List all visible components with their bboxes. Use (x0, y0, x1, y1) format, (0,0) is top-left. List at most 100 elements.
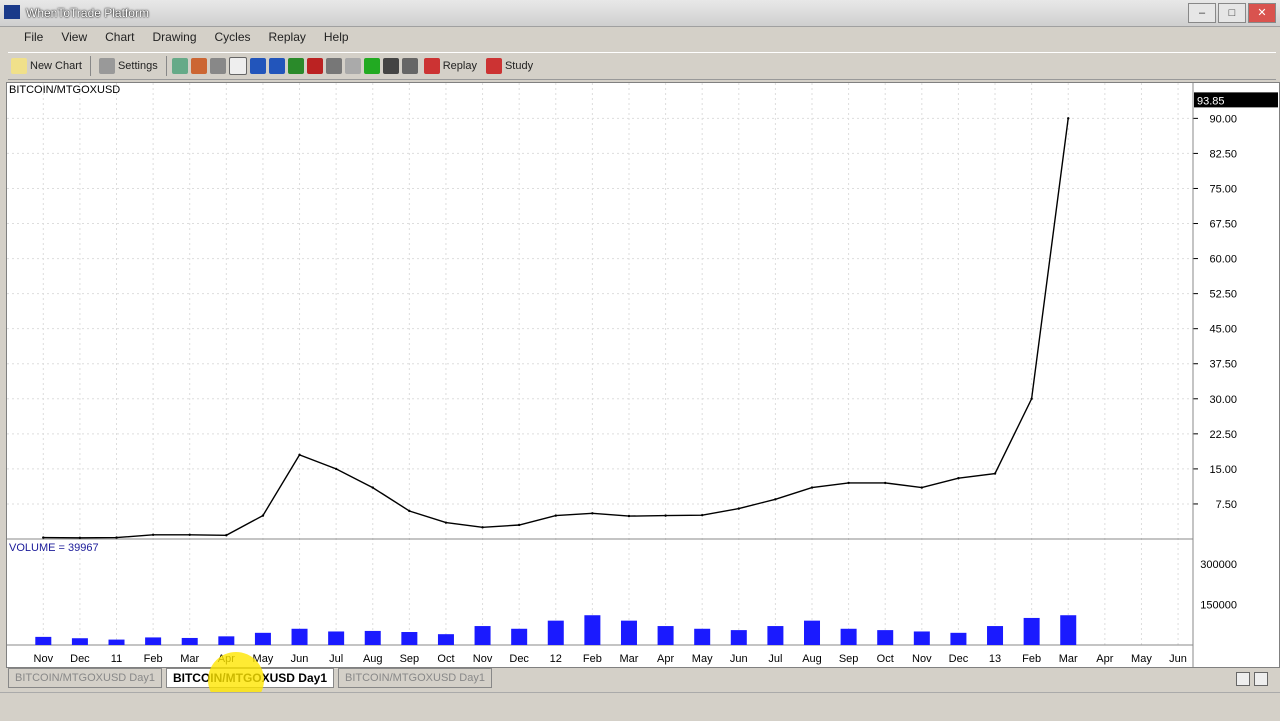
menu-chart[interactable]: Chart (105, 30, 134, 48)
toolbar: New Chart Settings Replay Study (8, 52, 1276, 80)
text-tool-icon[interactable] (344, 58, 361, 74)
volume-bar (218, 636, 235, 645)
volume-bar (987, 626, 1004, 645)
grid-icon[interactable] (287, 58, 304, 74)
y-tick-label: 37.50 (1209, 359, 1237, 371)
volume-bar (877, 630, 894, 645)
y-tick-label: 15.00 (1209, 464, 1237, 476)
x-tick-label: Feb (583, 653, 602, 665)
x-tick-label: Jul (329, 653, 343, 665)
price-point (188, 533, 191, 536)
price-point (481, 526, 484, 529)
y-tick-label: 22.50 (1209, 429, 1237, 441)
volume-tick-label: 300000 (1200, 559, 1237, 571)
window-title: WhenToTrade Platform (26, 6, 149, 20)
x-tick-label: Oct (877, 653, 894, 665)
menu-view[interactable]: View (61, 30, 87, 48)
volume-bar (401, 632, 418, 645)
last-price-label: 93.85 (1197, 95, 1225, 107)
study-button[interactable]: Study (483, 56, 536, 76)
volume-bar (511, 628, 528, 645)
volume-bar (730, 630, 747, 645)
x-tick-label: Dec (509, 653, 529, 665)
x-tick-label: Nov (912, 653, 932, 665)
new-chart-button[interactable]: New Chart (8, 56, 85, 76)
gear-icon (98, 58, 115, 74)
menu-bar: File View Chart Drawing Cycles Replay He… (8, 30, 349, 48)
price-point (115, 536, 118, 539)
chart-area[interactable]: Nov Dec 11 Feb Mar Apr May Jun Jul Aug Sep Oct Nov De… (6, 82, 1280, 668)
price-point (151, 533, 155, 536)
font-icon[interactable] (401, 58, 418, 74)
crosshair-icon[interactable] (171, 58, 188, 74)
menu-help[interactable]: Help (324, 30, 349, 48)
volume-bar (804, 620, 821, 645)
price-point (408, 509, 411, 513)
volume-bar (620, 620, 637, 645)
price-point (444, 521, 448, 524)
x-tick-label: Mar (180, 653, 199, 665)
maximize-button[interactable]: □ (1218, 3, 1246, 23)
x-tick-label: Mar (620, 653, 639, 665)
price-point (554, 514, 557, 517)
arrow-left-icon[interactable] (249, 58, 266, 74)
volume-bar (840, 628, 857, 645)
toolbar-separator (165, 56, 167, 76)
volume-bar (35, 636, 52, 645)
print-icon[interactable] (228, 57, 247, 75)
menu-file[interactable]: File (24, 30, 43, 48)
price-point (334, 467, 338, 471)
y-tick-label: 30.00 (1209, 394, 1237, 406)
menu-cycles[interactable]: Cycles (215, 30, 251, 48)
trendline-icon[interactable] (190, 58, 207, 74)
brush-icon[interactable] (382, 58, 399, 74)
volume-bar (181, 637, 198, 645)
fibonacci-icon[interactable] (325, 58, 342, 74)
price-point (810, 486, 814, 489)
x-tick-label: Nov (473, 653, 493, 665)
price-point (700, 513, 704, 517)
delete-icon[interactable] (306, 58, 323, 74)
price-point (78, 536, 82, 540)
minimize-button[interactable]: – (1188, 3, 1216, 23)
study-label: Study (504, 60, 534, 72)
x-tick-label: Mar (1059, 653, 1078, 665)
volume-bar (913, 631, 930, 645)
price-chart[interactable]: Nov Dec 11 Feb Mar Apr May Jun Jul Aug Sep Oct Nov De… (7, 83, 1279, 667)
volume-bar (694, 628, 711, 645)
replay-button[interactable]: Replay (421, 56, 480, 76)
x-tick-label: Jun (1169, 653, 1187, 665)
y-tick-label: 60.00 (1209, 254, 1237, 266)
volume-tick-label: 150000 (1200, 599, 1237, 611)
volume-bar (254, 632, 271, 645)
x-tick-label: 11 (111, 653, 122, 665)
toolbar-separator (89, 56, 91, 76)
settings-button[interactable]: Settings (96, 56, 161, 76)
arrow-right-icon[interactable] (268, 58, 285, 74)
menu-drawing[interactable]: Drawing (152, 30, 196, 48)
buy-icon[interactable] (363, 58, 380, 74)
chart-tab[interactable]: BITCOIN/MTGOXUSD Day1 (338, 668, 492, 688)
price-point (225, 534, 228, 537)
x-tick-label: Dec (70, 653, 90, 665)
volume-bar (328, 631, 345, 645)
price-point (591, 512, 594, 515)
price-point (920, 486, 924, 489)
volume-bar (657, 626, 674, 645)
close-button[interactable]: ✕ (1248, 3, 1276, 23)
new-chart-label: New Chart (30, 60, 82, 72)
pen-icon[interactable] (209, 58, 226, 74)
volume-bar (437, 634, 454, 645)
price-point (957, 477, 960, 480)
close-chart-button[interactable] (1254, 672, 1268, 686)
new-chart-icon (11, 58, 27, 74)
chart-tab[interactable]: BITCOIN/MTGOXUSD Day1 (8, 668, 162, 688)
volume-bar (584, 615, 601, 645)
menu-replay[interactable]: Replay (269, 30, 306, 48)
study-icon (485, 58, 502, 74)
x-tick-label: Sep (400, 653, 420, 665)
price-point (1030, 397, 1033, 400)
restore-chart-button[interactable] (1236, 672, 1250, 686)
volume-label: VOLUME = 39967 (9, 542, 99, 554)
y-tick-label: 7.50 (1216, 499, 1237, 511)
